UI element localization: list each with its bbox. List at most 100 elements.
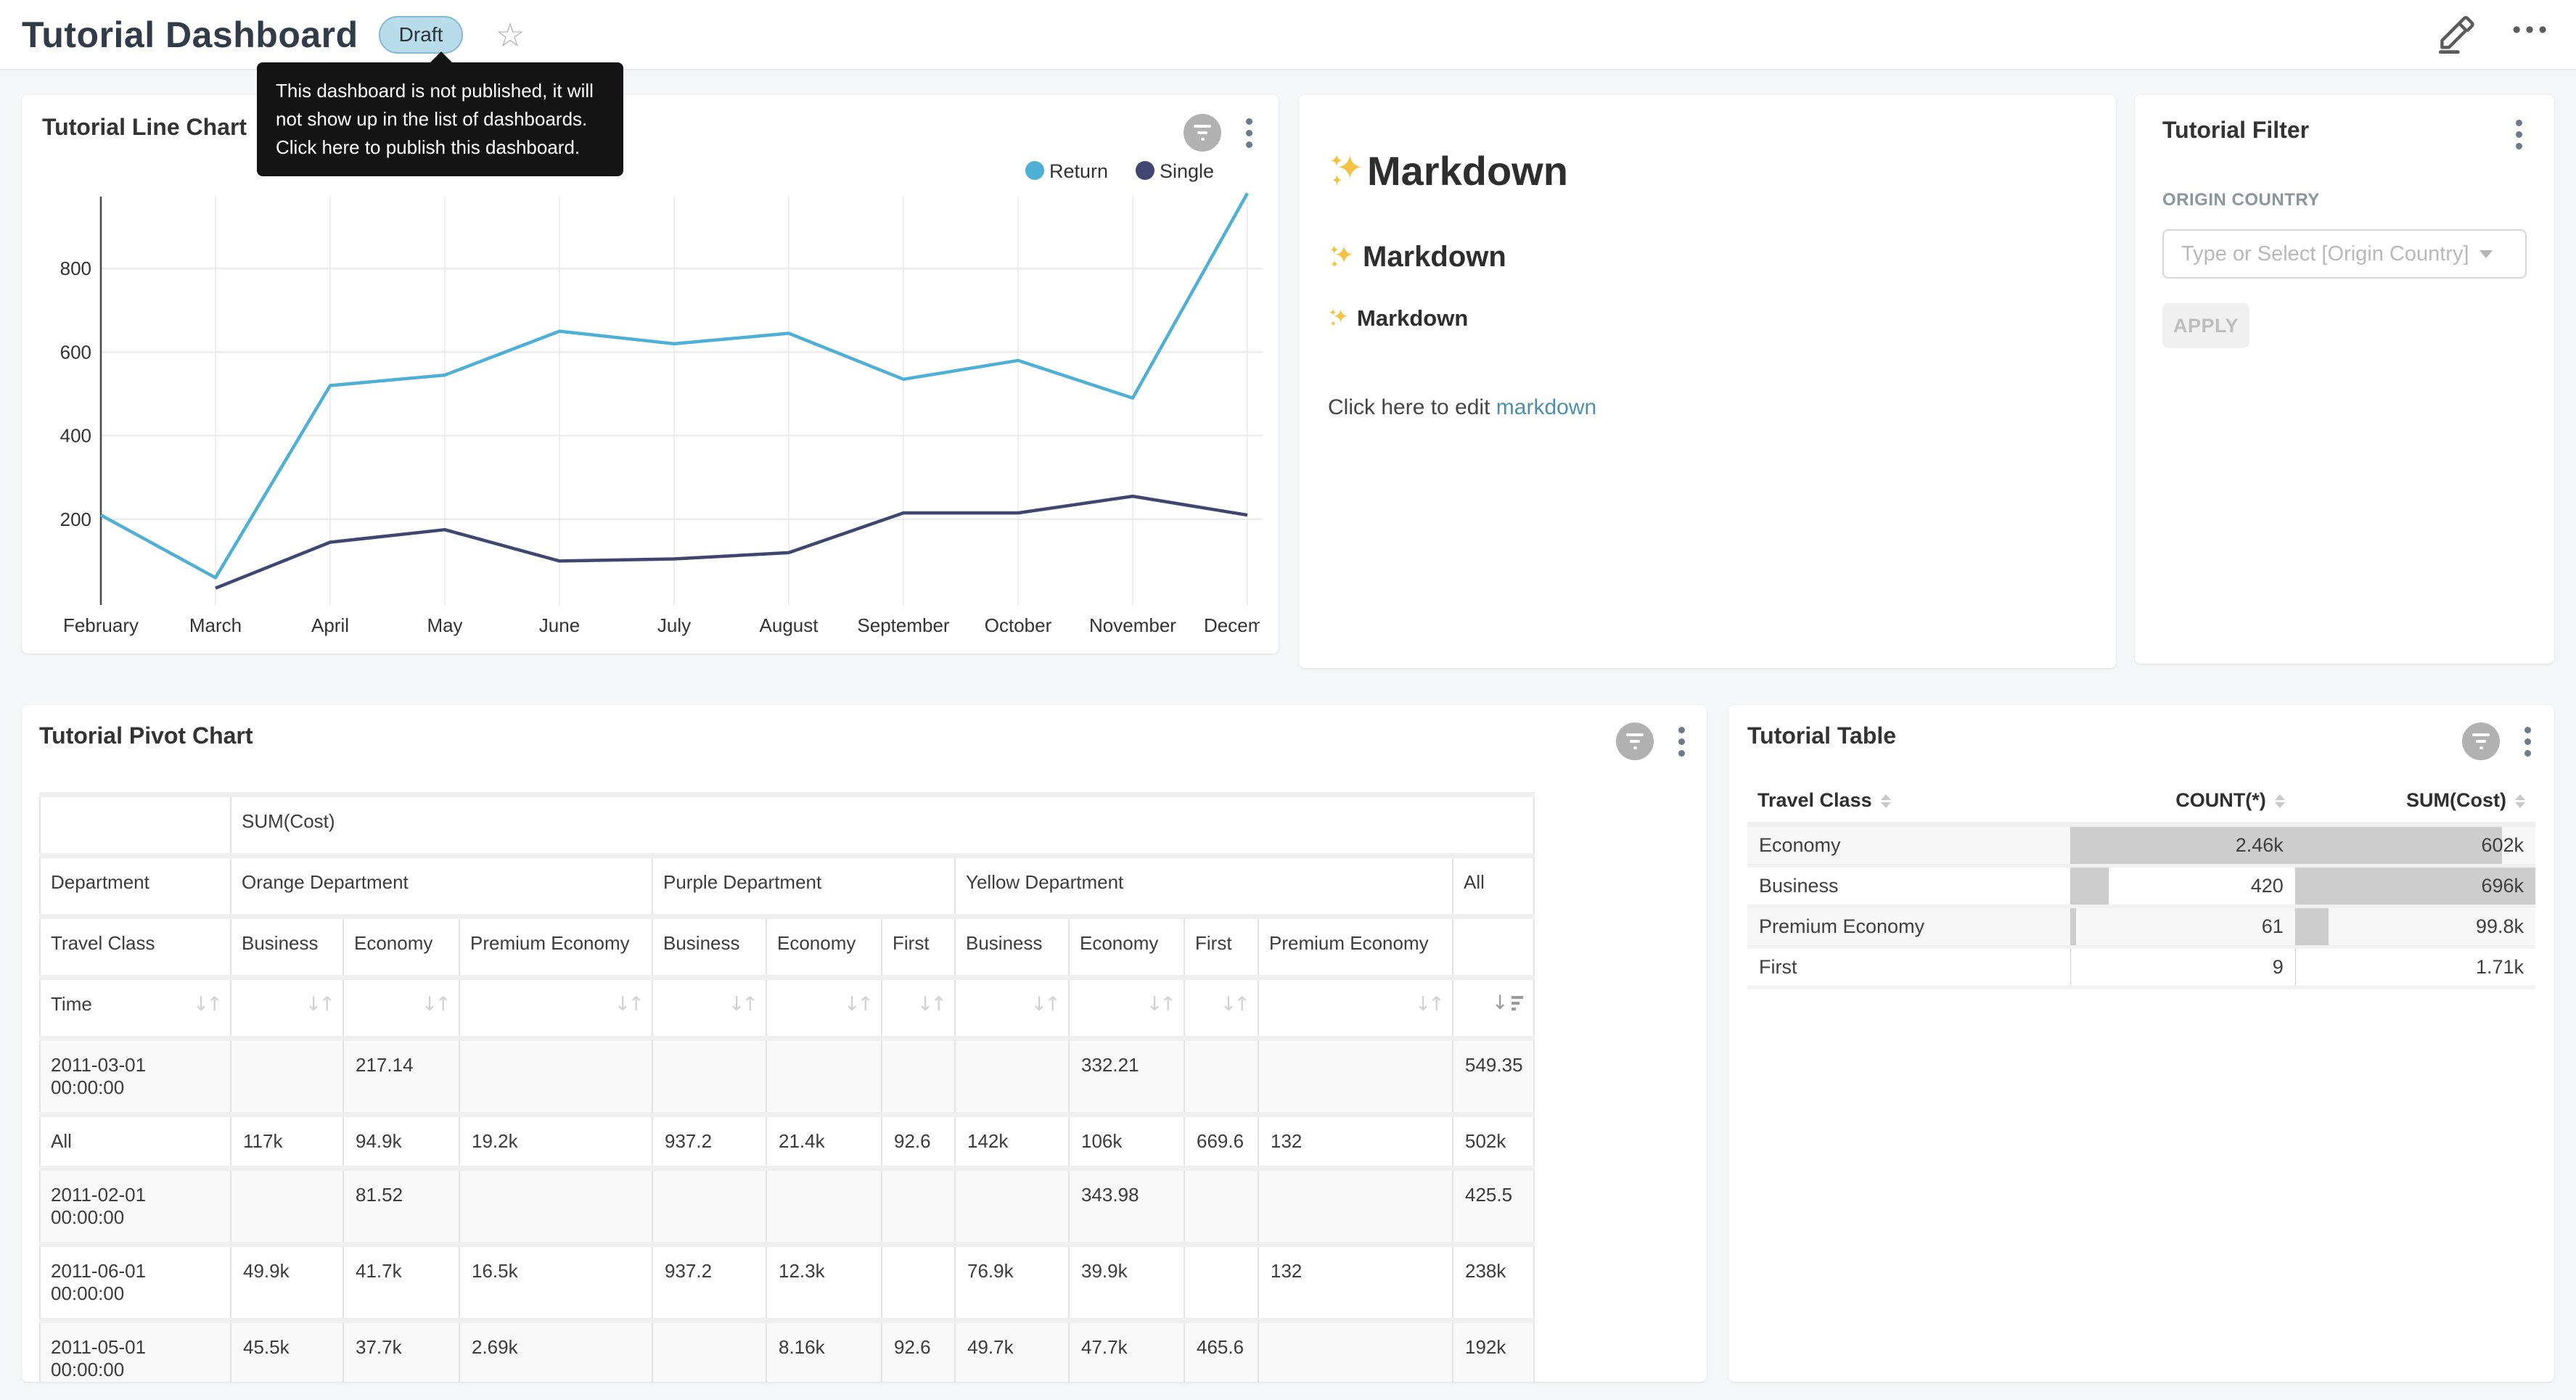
pivot-cell: 8.16k (766, 1321, 882, 1383)
pivot-col-header: Economy (343, 917, 459, 978)
pivot-row: All117k94.9k19.2k937.221.4k92.6142k106k6… (40, 1115, 1534, 1169)
x-axis-tick: May (427, 614, 462, 636)
pivot-sort-cell: ↓↑ (1258, 978, 1453, 1039)
sort-icon[interactable]: ↓↑ (1147, 993, 1173, 1016)
sort-icon[interactable]: ↓↑ (844, 993, 871, 1016)
pivot-col-header: Premium Economy (1258, 917, 1453, 978)
pivot-cell (231, 1039, 343, 1115)
pivot-cell: 47.7k (1069, 1321, 1184, 1383)
pivot-group-header: Orange Department (231, 856, 652, 917)
sort-icon[interactable]: ↓↑ (917, 993, 944, 1016)
pivot-col-header: Business (231, 917, 343, 978)
kebab-menu-icon[interactable] (2511, 117, 2527, 152)
pivot-cell (766, 1169, 882, 1245)
pivot-cell (1184, 1039, 1258, 1115)
markdown-h2: Markdown (1328, 241, 2087, 273)
pivot-cell: 217.14 (343, 1039, 459, 1115)
table-title: Tutorial Table (1747, 722, 1896, 749)
x-axis-tick: June (539, 614, 580, 636)
sort-icon[interactable]: ↓↑ (615, 993, 641, 1016)
pivot-col-header: First (882, 917, 955, 978)
sort-icon[interactable]: ↓↑ (729, 993, 755, 1016)
pivot-chart-card: Tutorial Pivot Chart SUM(Cost)Department… (22, 705, 1707, 1382)
sort-icon[interactable]: ↓↑ (1031, 993, 1058, 1016)
pivot-col-header: First (1184, 917, 1258, 978)
pivot-cell: 19.2k (459, 1115, 652, 1169)
column-header-sum-cost[interactable]: SUM(Cost) (2295, 779, 2535, 825)
kebab-menu-icon[interactable] (2520, 724, 2535, 759)
kebab-menu-icon[interactable] (1674, 724, 1689, 759)
pivot-row-label: All (40, 1115, 231, 1169)
markdown-h1: Markdown (1328, 147, 2087, 194)
pivot-cell (231, 1169, 343, 1245)
filter-icon[interactable] (1616, 722, 1654, 760)
count-cell: 61 (2070, 907, 2295, 947)
pivot-row-label: 2011-05-01 00:00:00 (40, 1321, 231, 1383)
pivot-cell (955, 1039, 1069, 1115)
y-axis-tick: 800 (60, 258, 91, 279)
line-chart[interactable]: 200400600800FebruaryMarchAprilMayJuneJul… (22, 95, 1279, 654)
edit-markdown-link[interactable]: markdown (1496, 395, 1596, 419)
value-bar (2295, 908, 2329, 945)
markdown-footer: Click here to edit markdown (1328, 395, 2087, 420)
travel-class-cell: Business (1747, 866, 2070, 907)
series-line-single (216, 496, 1247, 588)
draft-badge[interactable]: Draft (379, 16, 464, 54)
x-axis-tick: July (657, 614, 691, 636)
legend-swatch[interactable] (1025, 161, 1044, 180)
pivot-sort-cell: ↓↑ (343, 978, 459, 1039)
pivot-cell (652, 1039, 766, 1115)
more-options-ellipsis-icon[interactable]: ••• (2512, 17, 2551, 52)
edit-pencil-icon[interactable] (2437, 16, 2474, 54)
pivot-cell: 92.6 (882, 1115, 955, 1169)
column-header-count[interactable]: COUNT(*) (2070, 779, 2295, 825)
pivot-sort-cell: ↓ (1453, 978, 1534, 1039)
pivot-cell: 21.4k (766, 1115, 882, 1169)
x-axis-tick: August (760, 614, 819, 636)
pivot-cell: 117k (231, 1115, 343, 1169)
sort-icon[interactable]: ↓↑ (1221, 993, 1247, 1016)
sort-caret-icon (1881, 794, 1891, 808)
legend-label[interactable]: Return (1049, 160, 1108, 182)
legend-label[interactable]: Single (1160, 160, 1214, 182)
pivot-cell (652, 1169, 766, 1245)
x-axis-tick: April (311, 614, 349, 636)
sort-desc-icon[interactable]: ↓ (1492, 993, 1523, 1013)
sum-cell: 696k (2295, 866, 2535, 907)
sort-icon[interactable]: ↓↑ (305, 993, 332, 1016)
pivot-cell: 76.9k (955, 1245, 1069, 1321)
origin-country-select[interactable]: Type or Select [Origin Country] (2162, 229, 2527, 279)
pivot-sort-cell: ↓↑ (1069, 978, 1184, 1039)
x-axis-tick: October (985, 614, 1052, 636)
y-axis-tick: 400 (60, 425, 91, 447)
dashboard-header: Tutorial Dashboard Draft ☆ ••• (0, 0, 2576, 70)
pivot-group-header: All (1453, 856, 1534, 917)
apply-button[interactable]: APPLY (2162, 303, 2249, 348)
sort-icon[interactable]: ↓↑ (193, 993, 220, 1016)
column-header-travel-class[interactable]: Travel Class (1747, 779, 2070, 825)
pivot-row-label: 2011-03-01 00:00:00 (40, 1039, 231, 1115)
pivot-cell (652, 1321, 766, 1383)
pivot-cell: 238k (1453, 1245, 1534, 1321)
x-axis-tick: March (189, 614, 242, 636)
pivot-corner-cell (40, 795, 231, 856)
tutorial-table: Travel Class COUNT(*) SUM(Cost) Economy2… (1747, 779, 2535, 989)
pivot-cell: 16.5k (459, 1245, 652, 1321)
sparkle-icon (1328, 152, 1366, 190)
pivot-sort-cell: ↓↑ (882, 978, 955, 1039)
filter-icon[interactable] (2462, 722, 2500, 760)
pivot-cell (459, 1039, 652, 1115)
pivot-cell: 81.52 (343, 1169, 459, 1245)
star-icon[interactable]: ☆ (495, 18, 525, 52)
sort-icon[interactable]: ↓↑ (1415, 993, 1442, 1016)
sort-icon[interactable]: ↓↑ (422, 993, 448, 1016)
pivot-cell: 343.98 (1069, 1169, 1184, 1245)
x-axis-tick: February (63, 614, 139, 636)
pivot-time-header: Time↓↑ (40, 978, 231, 1039)
pivot-cell: 37.7k (343, 1321, 459, 1383)
pivot-cell: 937.2 (652, 1115, 766, 1169)
publish-tooltip[interactable]: This dashboard is not published, it will… (257, 62, 623, 176)
legend-swatch[interactable] (1136, 161, 1154, 180)
table-row: Business420696k (1747, 866, 2535, 907)
travel-class-cell: Premium Economy (1747, 907, 2070, 947)
